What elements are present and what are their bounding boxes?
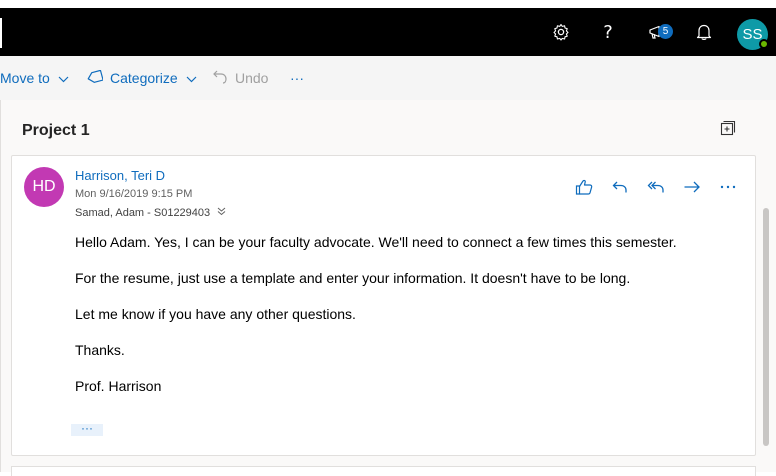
reading-pane: Project 1 HD Harrison, Teri D Mon 9/16/2… [0, 100, 776, 476]
message-body: Hello Adam. Yes, I can be your faculty a… [75, 233, 735, 413]
categorize-label: Categorize [110, 70, 178, 86]
recipient-line[interactable]: Samad, Adam - S01229403 [75, 207, 226, 219]
scrollbar-thumb[interactable] [763, 208, 769, 446]
top-strip [0, 0, 776, 8]
sender-name[interactable]: Harrison, Teri D [75, 168, 165, 183]
conversation-subject: Project 1 [22, 122, 90, 139]
show-quoted-text-button[interactable]: ··· [71, 422, 103, 436]
forward-icon[interactable] [681, 176, 703, 198]
move-to-label: Move to [0, 70, 50, 86]
app-header: ? 5 [0, 8, 776, 56]
undo-icon [213, 70, 227, 87]
help-glyph: ? [603, 21, 613, 43]
recipient-name: Samad, Adam - S01229403 [75, 207, 211, 219]
sender-avatar[interactable]: HD [24, 167, 64, 207]
bell-icon[interactable] [692, 20, 716, 44]
body-paragraph: Let me know if you have any other questi… [75, 306, 356, 322]
open-in-new-window-icon[interactable] [720, 120, 736, 141]
body-paragraph: For the resume, just use a template and … [75, 270, 631, 286]
presence-available-icon [759, 39, 769, 49]
move-to-button[interactable]: Move to [0, 56, 69, 100]
reply-all-icon[interactable] [645, 176, 667, 198]
categorize-button[interactable]: Categorize [87, 56, 197, 100]
reply-icon[interactable] [609, 176, 631, 198]
chevron-down-icon [58, 70, 69, 86]
next-message-card [11, 466, 756, 476]
question-mark-icon[interactable]: ? [596, 20, 620, 44]
body-paragraph: Prof. Harrison [75, 378, 162, 394]
more-icon: ··· [290, 70, 304, 86]
command-toolbar: Move to Categorize Undo ··· [0, 56, 776, 100]
like-icon[interactable] [573, 176, 595, 198]
more-actions-icon[interactable] [717, 176, 739, 198]
chevron-down-icon [186, 70, 197, 86]
body-paragraph: Hello Adam. Yes, I can be your faculty a… [75, 234, 677, 250]
message-date: Mon 9/16/2019 9:15 PM [75, 188, 193, 200]
whatsnew-count-badge: 5 [658, 24, 673, 39]
message-card: HD Harrison, Teri D Mon 9/16/2019 9:15 P… [11, 155, 756, 456]
undo-button[interactable]: Undo [213, 56, 268, 100]
pane-divider [0, 100, 1, 472]
expand-recipients-icon[interactable] [217, 207, 226, 219]
more-commands-button[interactable]: ··· [290, 56, 304, 100]
header-divider [0, 18, 2, 48]
gear-icon[interactable] [549, 20, 573, 44]
tag-icon [87, 69, 104, 87]
undo-label: Undo [235, 70, 269, 86]
body-paragraph: Thanks. [75, 342, 125, 358]
